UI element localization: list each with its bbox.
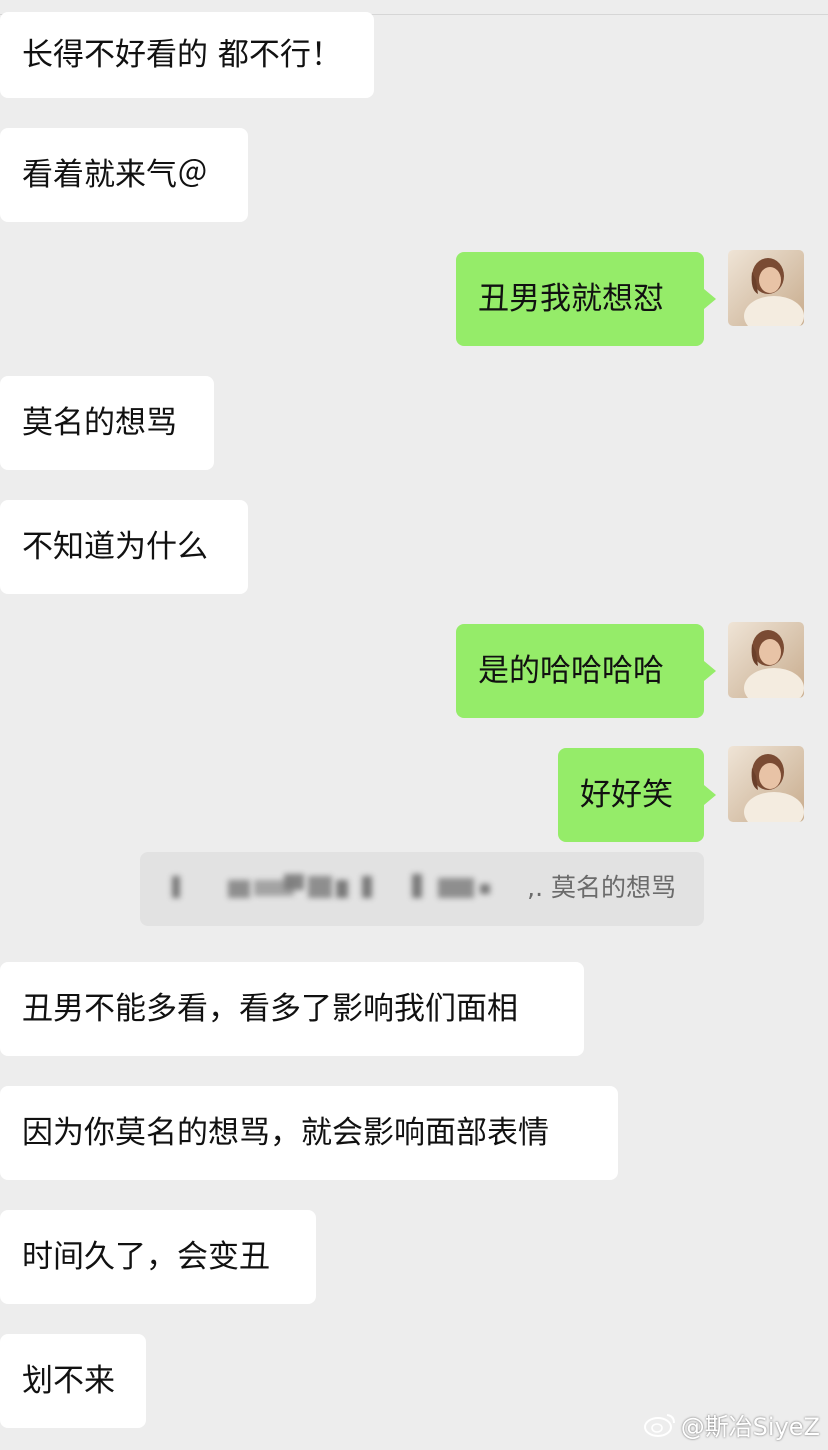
message-bubble-incoming[interactable]: 丑男不能多看，看多了影响我们面相 <box>0 962 584 1056</box>
avatar-photo-icon <box>744 630 804 698</box>
weibo-icon <box>643 1413 675 1437</box>
message-bubble-incoming[interactable]: 划不来 <box>0 1334 146 1428</box>
message-bubble-incoming[interactable]: 长得不好看的 都不行！ <box>0 12 374 98</box>
message-text: 看着就来气＠ <box>22 157 208 193</box>
message-bubble-incoming[interactable]: 看着就来气＠ <box>0 128 248 222</box>
bubble-tail <box>704 289 716 309</box>
watermark-text: @斯冶SiyeZ <box>680 1413 820 1441</box>
user-avatar[interactable] <box>728 250 804 326</box>
watermark: @斯冶SiyeZ <box>643 1407 820 1442</box>
message-bubble-incoming[interactable]: 时间久了，会变丑 <box>0 1210 316 1304</box>
quoted-text: ,. 莫名的想骂 <box>527 873 676 902</box>
message-text: 丑男我就想怼 <box>478 281 664 317</box>
pixelated-name <box>140 852 540 926</box>
avatar-photo-icon <box>744 258 804 326</box>
avatar-photo-icon <box>744 754 804 822</box>
message-text: 划不来 <box>22 1363 115 1399</box>
message-text: 因为你莫名的想骂，就会影响面部表情 <box>22 1115 549 1151</box>
message-text: 丑男不能多看，看多了影响我们面相 <box>22 991 518 1027</box>
message-bubble-incoming[interactable]: 因为你莫名的想骂，就会影响面部表情 <box>0 1086 618 1180</box>
message-text: 好好笑 <box>580 777 673 813</box>
message-text: 是的哈哈哈哈 <box>478 653 664 689</box>
message-bubble-incoming[interactable]: 莫名的想骂 <box>0 376 214 470</box>
message-bubble-outgoing[interactable]: 丑男我就想怼 <box>456 252 704 346</box>
message-bubble-outgoing[interactable]: 是的哈哈哈哈 <box>456 624 704 718</box>
user-avatar[interactable] <box>728 746 804 822</box>
message-text: 时间久了，会变丑 <box>22 1239 270 1275</box>
message-text: 长得不好看的 都不行！ <box>22 37 342 73</box>
quoted-message[interactable]: ,. 莫名的想骂 <box>140 852 704 926</box>
message-bubble-outgoing[interactable]: 好好笑 <box>558 748 704 842</box>
user-avatar[interactable] <box>728 622 804 698</box>
bubble-tail <box>704 785 716 805</box>
message-bubble-incoming[interactable]: 不知道为什么 <box>0 500 248 594</box>
message-text: 不知道为什么 <box>22 529 208 565</box>
message-text: 莫名的想骂 <box>22 405 177 441</box>
bubble-tail <box>704 661 716 681</box>
